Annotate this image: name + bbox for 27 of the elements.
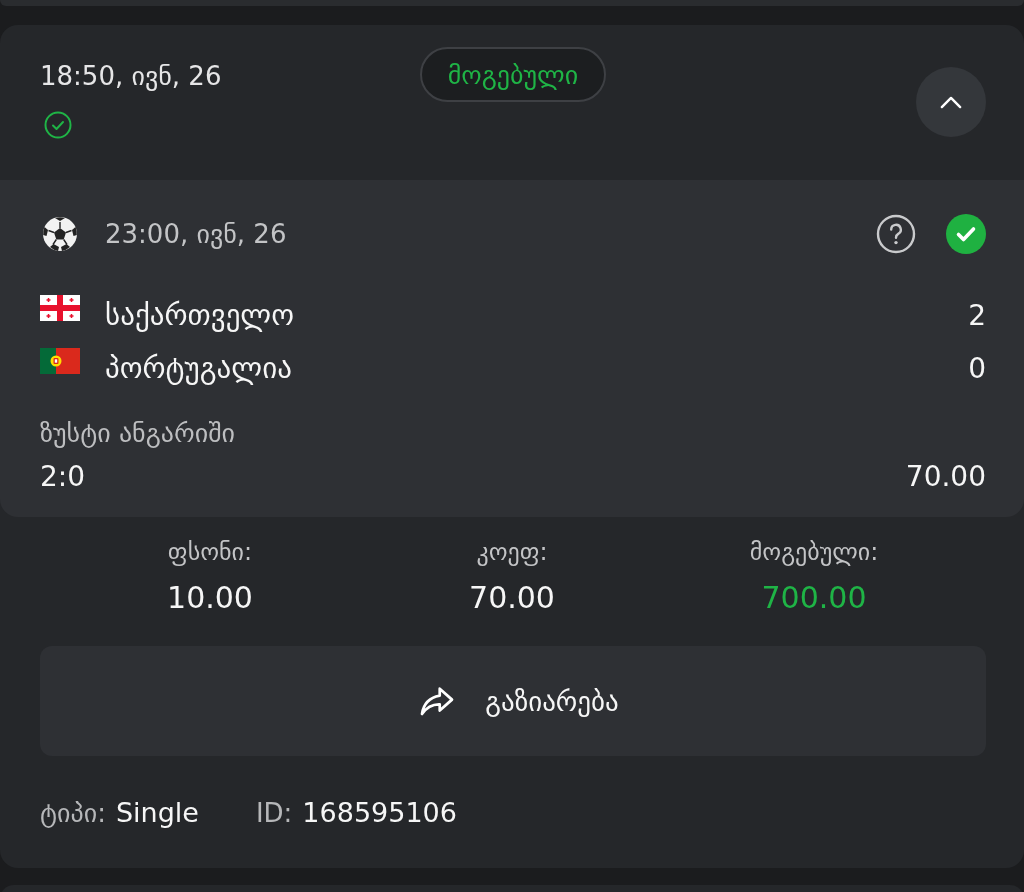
selected-outcome: 2:0: [40, 459, 86, 493]
team-name: პორტუგალია: [105, 351, 292, 385]
summary-value: 10.00: [167, 579, 253, 617]
detail-label: ID:: [255, 797, 293, 828]
team-score: 0: [968, 351, 986, 385]
help-icon[interactable]: [876, 214, 916, 254]
chevron-icon: [940, 95, 962, 109]
portugal-flag-icon: [40, 348, 80, 374]
market-name: ზუსტი ანგარიში: [40, 417, 236, 450]
soccer-ball-icon: [42, 216, 78, 252]
detail-value: 168595106: [302, 796, 457, 828]
share-button[interactable]: გაზიარება: [40, 646, 986, 756]
share-arrow-icon: [419, 686, 456, 716]
summary-label: ფსონი:: [167, 537, 253, 568]
summary-label: მოგებული:: [749, 537, 879, 568]
detail-value: Single: [115, 796, 199, 828]
summary-value: 700.00: [761, 579, 867, 617]
bet-time: 18:50, ივნ, 26: [40, 60, 222, 93]
event-time: 23:00, ივნ, 26: [105, 219, 287, 249]
status-badge: მოგებული: [419, 47, 607, 102]
team-name: საქართველო: [105, 298, 295, 332]
summary-value: 70.00: [469, 579, 555, 617]
team-score: 2: [968, 298, 986, 332]
outcome-odds: 70.00: [905, 459, 986, 493]
detail-label: ტიპი:: [40, 797, 106, 828]
summary-label: კოეფ:: [476, 537, 548, 568]
georgia-flag-icon: [40, 295, 80, 321]
